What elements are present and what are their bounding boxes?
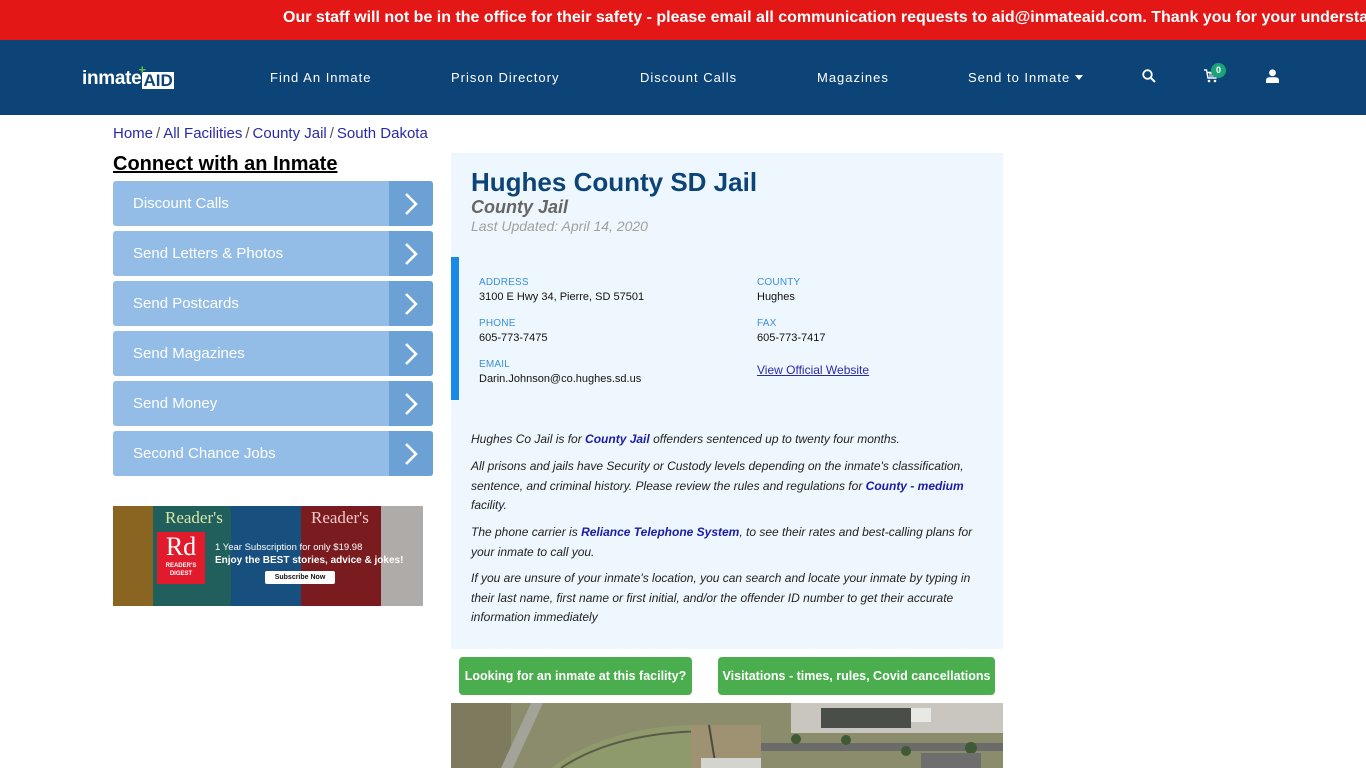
county-jail-link[interactable]: County Jail: [585, 432, 650, 446]
phone-value: 605-773-7475: [479, 332, 548, 344]
description-paragraph: All prisons and jails have Security or C…: [471, 459, 964, 512]
ad-offer-text: 1 Year Subscription for only $19.98: [215, 542, 363, 553]
chevron-right-icon: [389, 331, 433, 376]
facility-info-box: ADDRESS 3100 E Hwy 34, Pierre, SD 57501 …: [451, 257, 1003, 400]
phone-carrier-link[interactable]: Reliance Telephone System: [581, 525, 739, 539]
fax-value: 605-773-7417: [757, 332, 826, 344]
county-label: COUNTY: [757, 277, 801, 288]
official-website-link[interactable]: View Official Website: [757, 363, 869, 377]
logo-text: inmate: [82, 68, 142, 89]
chevron-right-icon: [389, 281, 433, 326]
sidebar-item-send-letters-photos[interactable]: Send Letters & Photos: [113, 231, 433, 276]
chevron-right-icon: [389, 381, 433, 426]
nav-find-inmate[interactable]: Find An Inmate: [270, 70, 371, 85]
breadcrumb-south-dakota[interactable]: South Dakota: [337, 125, 428, 142]
nav-magazines[interactable]: Magazines: [817, 70, 889, 85]
nav-discount-calls[interactable]: Discount Calls: [640, 70, 737, 85]
ad-tagline: Enjoy the BEST stories, advice & jokes!: [215, 555, 404, 566]
sidebar-item-label: Send Magazines: [133, 345, 245, 362]
facility-name: Hughes County SD Jail: [471, 167, 758, 197]
navbar: inmate + AID Find An Inmate Prison Direc…: [0, 40, 1366, 115]
sidebar-item-send-postcards[interactable]: Send Postcards: [113, 281, 433, 326]
last-updated: Last Updated: April 14, 2020: [471, 218, 648, 234]
county-field: COUNTY Hughes: [757, 277, 800, 303]
satellite-map[interactable]: [451, 703, 1003, 768]
visitations-button[interactable]: Visitations - times, rules, Covid cancel…: [718, 657, 995, 695]
chevron-right-icon: [389, 431, 433, 476]
find-inmate-at-facility-button[interactable]: Looking for an inmate at this facility?: [459, 657, 692, 695]
nav-prison-directory[interactable]: Prison Directory: [451, 70, 559, 85]
readers-digest-ad[interactable]: Reader's Reader's Rd READER'S DIGEST 1 Y…: [113, 506, 423, 606]
sidebar-item-label: Send Letters & Photos: [133, 245, 284, 262]
security-level-link[interactable]: County - medium: [866, 479, 964, 493]
email-label: EMAIL: [479, 359, 511, 370]
sidebar-item-label: Send Money: [133, 395, 218, 412]
sidebar-title: Connect with an Inmate: [113, 153, 338, 175]
readers-digest-logo: Rd READER'S DIGEST: [157, 532, 205, 584]
address-label: ADDRESS: [479, 277, 529, 288]
description-paragraph: The phone carrier is Reliance Telephone …: [471, 525, 973, 559]
email-value[interactable]: Darin.Johnson@co.hughes.sd.us: [479, 373, 641, 385]
sidebar-item-label: Send Postcards: [133, 295, 239, 312]
user-icon[interactable]: [1266, 69, 1279, 88]
ad-subscribe-button[interactable]: Subscribe Now: [265, 571, 335, 584]
address-value: 3100 E Hwy 34, Pierre, SD 57501: [479, 291, 645, 303]
search-icon[interactable]: [1142, 69, 1156, 88]
sidebar-item-label: Discount Calls: [133, 195, 229, 212]
sidebar-item-label: Second Chance Jobs: [133, 445, 276, 462]
alert-banner: Our staff will not be in the office for …: [0, 0, 1366, 40]
county-value: Hughes: [757, 291, 795, 303]
nav-send-to-inmate[interactable]: Send to Inmate: [968, 70, 1084, 85]
email-field: EMAIL Darin.Johnson@co.hughes.sd.us: [479, 359, 641, 385]
chevron-right-icon: [389, 181, 433, 226]
phone-field: PHONE 605-773-7475: [479, 318, 548, 344]
logo[interactable]: inmate + AID: [82, 62, 174, 90]
sidebar-item-discount-calls[interactable]: Discount Calls: [113, 181, 433, 226]
fax-field: FAX 605-773-7417: [757, 318, 826, 344]
phone-label: PHONE: [479, 318, 516, 329]
cart-count-badge: 0: [1211, 63, 1226, 78]
breadcrumb-separator: /: [329, 125, 334, 142]
website-field: View Official Website: [757, 361, 869, 379]
logo-aid: + AID: [138, 62, 174, 90]
breadcrumb-home[interactable]: Home: [113, 125, 153, 142]
alert-text: Our staff will not be in the office for …: [283, 9, 1366, 26]
map-imagery: [451, 703, 1003, 768]
facility-type: County Jail: [471, 197, 569, 217]
facility-panel: Hughes County SD Jail County Jail Last U…: [451, 153, 1003, 649]
fax-label: FAX: [757, 318, 777, 329]
description-paragraph: Hughes Co Jail is for County Jail offend…: [471, 432, 900, 446]
caret-down-icon: [1075, 75, 1084, 80]
address-field: ADDRESS 3100 E Hwy 34, Pierre, SD 57501: [479, 277, 644, 303]
chevron-right-icon: [389, 231, 433, 276]
breadcrumb-separator: /: [245, 125, 250, 142]
breadcrumb-all-facilities[interactable]: All Facilities: [163, 125, 242, 142]
sidebar-item-send-magazines[interactable]: Send Magazines: [113, 331, 433, 376]
sidebar-item-second-chance-jobs[interactable]: Second Chance Jobs: [113, 431, 433, 476]
cover-title: Reader's: [165, 508, 223, 527]
logo-plus-icon: +: [138, 62, 147, 77]
breadcrumb-county-jail[interactable]: County Jail: [253, 125, 327, 142]
sidebar-item-send-money[interactable]: Send Money: [113, 381, 433, 426]
breadcrumb-separator: /: [156, 125, 161, 142]
breadcrumb: Home / All Facilities / County Jail / South Da…: [113, 125, 428, 142]
cover-title: Reader's: [311, 508, 369, 527]
description-paragraph: If you are unsure of your inmate's locat…: [471, 571, 971, 624]
